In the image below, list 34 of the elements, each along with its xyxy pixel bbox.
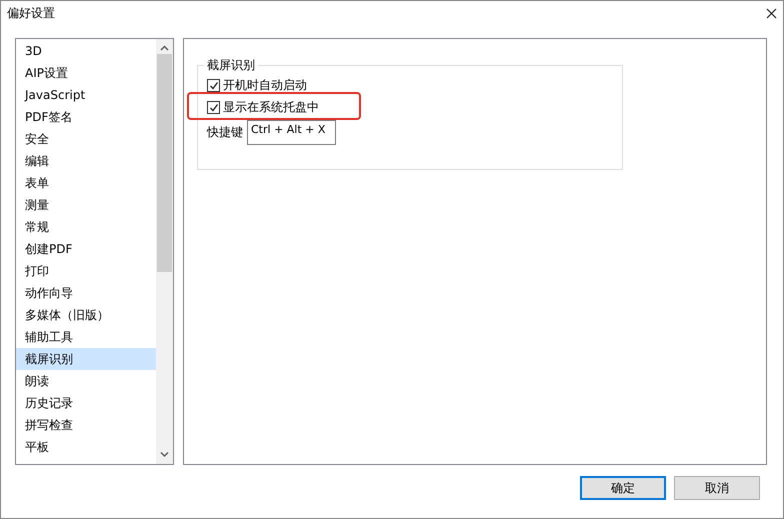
scroll-down-icon[interactable] xyxy=(160,451,169,458)
dialog-button[interactable]: 确定 xyxy=(580,476,666,500)
group-title: 截屏识别 xyxy=(206,58,256,72)
sidebar-item[interactable]: 截屏识别 xyxy=(16,348,156,370)
sidebar-item[interactable]: 朗读 xyxy=(16,370,156,392)
sidebar-item[interactable]: 3D xyxy=(16,40,156,62)
scrollbar[interactable] xyxy=(156,39,173,464)
sidebar-item[interactable]: JavaScript xyxy=(16,84,156,106)
shortcut-label: 快捷键 xyxy=(207,124,243,141)
sidebar-item[interactable]: 编辑 xyxy=(16,150,156,172)
scroll-up-icon[interactable] xyxy=(160,45,169,52)
sidebar-item[interactable]: 历史记录 xyxy=(16,392,156,414)
sidebar-item[interactable]: 辅助工具 xyxy=(16,326,156,348)
checkbox-label: 开机时自动启动 xyxy=(223,76,307,94)
scroll-thumb[interactable] xyxy=(157,54,172,272)
sidebar-item[interactable]: PDF签名 xyxy=(16,106,156,128)
window-title: 偏好设置 xyxy=(7,4,55,22)
shortcut-field[interactable]: Ctrl + Alt + X xyxy=(247,120,336,145)
dialog-button[interactable]: 取消 xyxy=(674,476,760,500)
sidebar-item[interactable]: 表单 xyxy=(16,172,156,194)
close-icon[interactable] xyxy=(766,8,777,18)
checkbox[interactable] xyxy=(207,100,220,114)
sidebar-item[interactable]: 创建PDF xyxy=(16,238,156,260)
sidebar-item[interactable]: AIP设置 xyxy=(16,62,156,84)
checkbox-label: 显示在系统托盘中 xyxy=(223,98,319,116)
sidebar-item[interactable]: 测量 xyxy=(16,194,156,216)
sidebar-item[interactable]: 常规 xyxy=(16,216,156,238)
sidebar-item[interactable]: 拼写检查 xyxy=(16,414,156,436)
sidebar-item[interactable]: 安全 xyxy=(16,128,156,150)
checkbox[interactable] xyxy=(207,78,220,92)
sidebar-item[interactable]: 平板 xyxy=(16,436,156,458)
sidebar-item[interactable]: 动作向导 xyxy=(16,282,156,304)
sidebar-item[interactable]: 多媒体（旧版） xyxy=(16,304,156,326)
sidebar-item[interactable]: 打印 xyxy=(16,260,156,282)
